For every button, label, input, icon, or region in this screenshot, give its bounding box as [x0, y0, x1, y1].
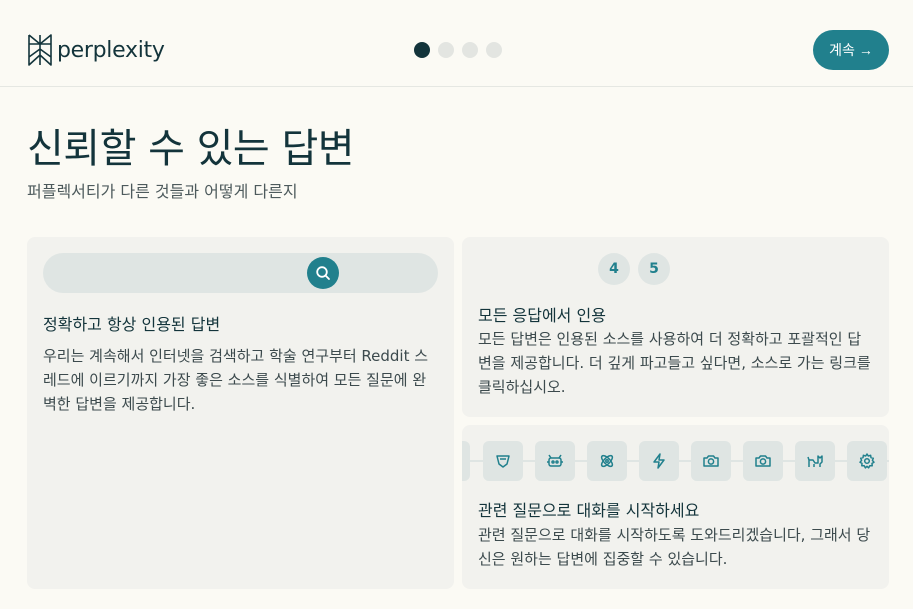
- logo[interactable]: perplexity: [27, 33, 165, 67]
- continue-label: 계속 →: [829, 42, 873, 58]
- related-card-heading: 관련 질문으로 대화를 시작하세요: [478, 501, 700, 520]
- page-title: 신뢰할 수 있는 답변: [27, 126, 355, 172]
- search-icon: [316, 266, 330, 280]
- topic-icon-row: [462, 441, 889, 481]
- accurate-card-body: 우리는 계속해서 인터넷을 검색하고 학술 연구부터 Reddit 스레드에 이…: [43, 347, 429, 413]
- search-button: [307, 257, 339, 289]
- logo-text: perplexity: [57, 37, 165, 63]
- citation-badge-4: 4: [598, 253, 630, 285]
- header: perplexity 계속 →: [0, 0, 913, 87]
- atom-icon: [587, 441, 627, 481]
- accurate-card-heading: 정확하고 항상 인용된 답변: [43, 315, 221, 334]
- step-indicator: [414, 42, 502, 58]
- partial-tile-icon: [462, 441, 470, 481]
- continue-button[interactable]: 계속 →: [813, 30, 889, 70]
- gear-icon: [847, 441, 887, 481]
- step-dot-2[interactable]: [438, 42, 454, 58]
- camera-icon: [691, 441, 731, 481]
- citations-card-body: 모든 답변은 인용된 소스를 사용하여 더 정확하고 포괄적인 답변을 제공합니…: [478, 330, 871, 396]
- accurate-answers-card: 정확하고 항상 인용된 답변 우리는 계속해서 인터넷을 검색하고 학술 연구부…: [27, 237, 454, 589]
- perplexity-logo-icon: [28, 34, 52, 66]
- step-dot-1[interactable]: [414, 42, 430, 58]
- step-dot-3[interactable]: [462, 42, 478, 58]
- citation-badge-5: 5: [638, 253, 670, 285]
- camera-icon: [743, 441, 783, 481]
- robot-icon: [535, 441, 575, 481]
- lightning-icon: [639, 441, 679, 481]
- shield-icon: [483, 441, 523, 481]
- animal-icon: [795, 441, 835, 481]
- citations-card: 4 5 모든 응답에서 인용 모든 답변은 인용된 소스를 사용하여 더 정확하…: [462, 237, 889, 417]
- page-subtitle: 퍼플렉서티가 다른 것들과 어떻게 다른지: [27, 182, 298, 201]
- related-questions-card: 관련 질문으로 대화를 시작하세요 관련 질문으로 대화를 시작하도록 도와드리…: [462, 425, 889, 589]
- search-bar-illustration: [43, 253, 438, 293]
- step-dot-4[interactable]: [486, 42, 502, 58]
- related-card-body: 관련 질문으로 대화를 시작하도록 도와드리겠습니다, 그래서 당신은 원하는 …: [478, 526, 871, 568]
- citations-card-heading: 모든 응답에서 인용: [478, 306, 606, 325]
